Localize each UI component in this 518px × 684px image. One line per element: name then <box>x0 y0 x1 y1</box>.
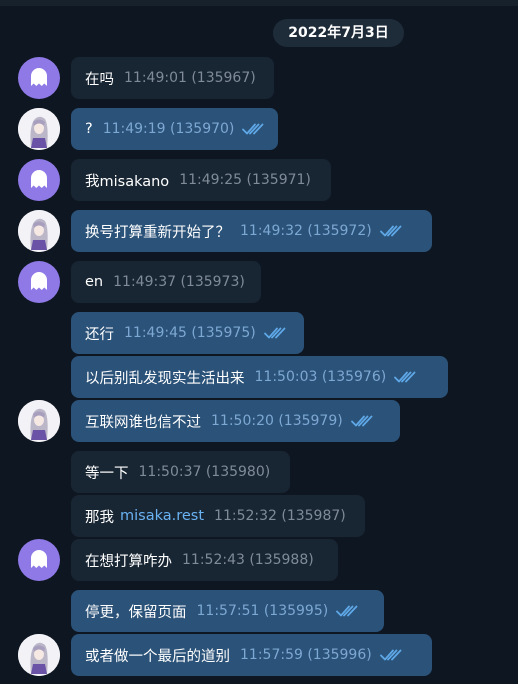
timestamp-text: 11:49:32 (135972) <box>240 223 372 239</box>
ghost-avatar[interactable] <box>18 57 60 99</box>
double-check-icon <box>263 327 286 339</box>
double-check-icon <box>242 123 264 135</box>
double-check-icon <box>394 371 416 383</box>
message-text: 等一下 <box>85 465 129 482</box>
anime-girl-avatar[interactable] <box>18 400 60 442</box>
message-bubble[interactable]: 等一下 11:50:37 (135980) <box>71 451 290 493</box>
anime-girl-icon <box>18 108 60 150</box>
message-bubble[interactable]: 停更，保留页面 11:57:51 (135995) <box>71 590 384 632</box>
message-timestamp: 11:49:32 (135972) <box>240 223 402 239</box>
message-timestamp: 11:57:51 (135995) <box>197 603 359 619</box>
message-text: 停更，保留页面 <box>85 604 187 621</box>
message-bubble[interactable]: 换号打算重新开始了？ 11:49:32 (135972) <box>71 210 432 252</box>
message-text: 还行 <box>85 326 114 343</box>
message-timestamp: 11:50:20 (135979) <box>211 413 373 429</box>
message-timestamp: 11:52:32 (135987) <box>214 508 346 524</box>
ghost-icon <box>31 272 47 290</box>
timestamp-text: 11:50:03 (135976) <box>254 369 387 385</box>
ghost-avatar[interactable] <box>18 159 60 201</box>
anime-girl-avatar[interactable] <box>18 634 60 676</box>
message-bubble[interactable]: 互联网谁也信不过 11:50:20 (135979) <box>71 400 400 442</box>
double-check-icon <box>350 415 373 427</box>
message-text: ? <box>85 121 93 137</box>
message-bubble[interactable]: 以后别乱发现实生活出来 11:50:03 (135976) <box>71 356 448 398</box>
message-timestamp: 11:49:19 (135970) <box>103 121 265 137</box>
ghost-icon <box>31 170 47 188</box>
anime-girl-icon <box>18 400 60 442</box>
anime-girl-icon <box>18 210 60 252</box>
ghost-avatar[interactable] <box>18 261 60 303</box>
message-timestamp: 11:57:59 (135996) <box>240 647 402 663</box>
message-link[interactable]: misaka.rest <box>120 508 204 524</box>
message-timestamp: 11:50:03 (135976) <box>255 369 417 385</box>
message-text: 那我 <box>85 509 114 526</box>
timestamp-text: 11:49:45 (135975) <box>124 325 256 341</box>
double-check-icon <box>336 605 358 617</box>
message-bubble[interactable]: en 11:49:37 (135973) <box>71 261 261 303</box>
ghost-icon <box>31 550 47 568</box>
top-strip <box>0 0 518 6</box>
message-text: 换号打算重新开始了？ <box>85 224 230 241</box>
message-bubble[interactable]: 那我 misaka.rest 11:52:32 (135987) <box>71 495 365 537</box>
message-bubble[interactable]: 或者做一个最后的道别 11:57:59 (135996) <box>71 634 432 676</box>
timestamp-text: 11:49:19 (135970) <box>102 121 235 137</box>
message-text: 以后别乱发现实生活出来 <box>85 370 245 387</box>
date-divider: 2022年7月3日 <box>273 19 404 47</box>
message-bubble[interactable]: 在想打算咋办 11:52:43 (135988) <box>71 539 338 581</box>
timestamp-text: 11:57:59 (135996) <box>240 647 372 663</box>
anime-girl-avatar[interactable] <box>18 108 60 150</box>
message-bubble[interactable]: 还行 11:49:45 (135975) <box>71 312 304 354</box>
message-text: 互联网谁也信不过 <box>85 414 201 431</box>
message-timestamp: 11:49:45 (135975) <box>124 325 286 341</box>
message-bubble[interactable]: ? 11:49:19 (135970) <box>71 108 278 150</box>
ghost-avatar[interactable] <box>18 539 60 581</box>
double-check-icon <box>379 649 402 661</box>
ghost-icon <box>31 68 47 86</box>
message-text: 或者做一个最后的道别 <box>85 648 230 665</box>
timestamp-text: 11:57:51 (135995) <box>196 603 329 619</box>
message-bubble[interactable]: 在吗 11:49:01 (135967) <box>71 57 274 99</box>
message-text: 我misakano <box>85 173 170 190</box>
message-timestamp: 11:49:37 (135973) <box>113 274 245 290</box>
message-text: en <box>85 274 104 290</box>
timestamp-text: 11:50:20 (135979) <box>211 413 343 429</box>
message-bubble[interactable]: 我misakano 11:49:25 (135971) <box>71 159 331 201</box>
message-timestamp: 11:49:25 (135971) <box>179 172 311 188</box>
message-text: 在想打算咋办 <box>85 553 172 570</box>
message-timestamp: 11:52:43 (135988) <box>182 552 314 568</box>
double-check-icon <box>379 225 402 237</box>
anime-girl-avatar[interactable] <box>18 210 60 252</box>
anime-girl-icon <box>18 634 60 676</box>
message-timestamp: 11:50:37 (135980) <box>138 464 271 480</box>
message-text: 在吗 <box>85 71 114 88</box>
message-timestamp: 11:49:01 (135967) <box>124 70 256 86</box>
